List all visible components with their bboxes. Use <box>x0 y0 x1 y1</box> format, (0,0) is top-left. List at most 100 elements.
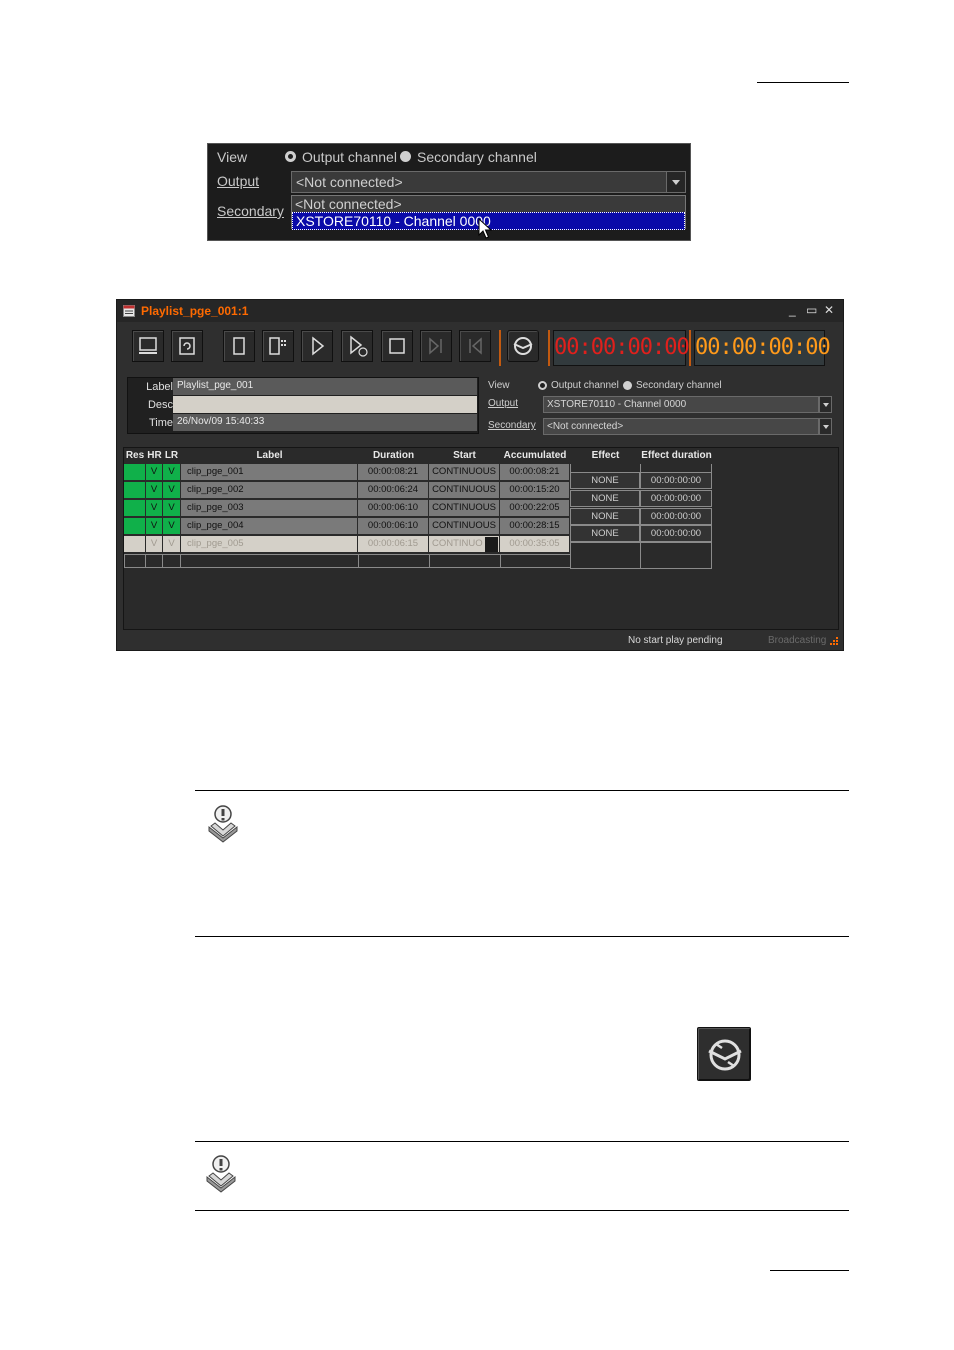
playlist-window: Playlist_pge_001:1 _ ▭ ✕ 00:00:00:00 00:… <box>116 299 844 651</box>
effect-duration-cell[interactable]: 00:00:00:00 <box>640 525 712 542</box>
res-cell <box>124 536 146 553</box>
effect-duration-cell[interactable]: 00:00:00:00 <box>640 490 712 507</box>
col-header-label[interactable]: Label <box>181 450 358 461</box>
empty-cell <box>180 554 359 568</box>
col-header-res[interactable]: Res <box>124 450 146 461</box>
output-channel-radio[interactable] <box>538 381 547 390</box>
mouse-cursor-icon <box>478 218 492 239</box>
stop-icon <box>389 338 405 354</box>
toolbar-separator <box>689 330 691 366</box>
chevron-down-icon[interactable] <box>819 418 832 435</box>
note-icon <box>208 805 238 843</box>
status-bar: No start play pending Broadcasting <box>117 631 843 650</box>
accumulated-cell: 00:00:22:05 <box>500 500 570 517</box>
stop-button[interactable] <box>381 330 413 362</box>
secondary-select[interactable]: <Not connected> <box>543 418 819 435</box>
option-not-connected[interactable]: <Not connected> <box>292 196 685 212</box>
col-header-effect[interactable]: Effect <box>570 450 641 461</box>
title-bar: Playlist_pge_001:1 _ ▭ ✕ <box>117 300 843 322</box>
effect-duration-cell-empty <box>640 542 712 569</box>
empty-cell <box>429 554 501 568</box>
play-button[interactable] <box>301 330 333 362</box>
refresh-button[interactable] <box>171 330 203 362</box>
label-field-label: Label <box>146 381 173 393</box>
play-at-time-button[interactable] <box>341 330 373 362</box>
next-button[interactable] <box>420 330 452 362</box>
col-header-duration[interactable]: Duration <box>358 450 429 461</box>
lr-cell: V <box>163 536 181 553</box>
start-cell: CONTINUOUS <box>429 518 500 535</box>
secondary-channel-radio[interactable] <box>623 381 632 390</box>
effect-duration-cell[interactable]: 00:00:00:00 <box>640 472 712 489</box>
monitor-button[interactable] <box>132 330 164 362</box>
col-header-accumulated[interactable]: Accumulated <box>500 450 570 461</box>
duration-cell: 00:00:06:10 <box>358 518 429 535</box>
note-rule-bottom-1 <box>195 936 849 937</box>
skip-previous-icon <box>469 337 482 355</box>
secondary-channel-radio-label: Secondary channel <box>636 380 722 391</box>
resize-grip-icon[interactable] <box>829 636 839 646</box>
header-rule <box>757 82 849 83</box>
chevron-down-icon[interactable] <box>819 396 832 413</box>
effect-duration-cell[interactable]: 00:00:00:00 <box>640 508 712 525</box>
empty-cell <box>500 554 571 568</box>
start-dropdown-button[interactable] <box>485 537 498 552</box>
hr-cell: V <box>146 500 163 517</box>
clip-list-button[interactable] <box>262 330 294 362</box>
res-cell <box>124 482 146 499</box>
secondary-channel-radio[interactable] <box>400 151 411 162</box>
previous-button[interactable] <box>459 330 491 362</box>
output-channel-radio[interactable] <box>285 151 296 162</box>
effect-cell[interactable]: NONE <box>570 508 640 525</box>
sync-icon <box>513 337 533 355</box>
chevron-down-icon[interactable] <box>666 172 685 192</box>
res-cell <box>124 500 146 517</box>
play-clock-icon <box>350 335 368 357</box>
label-field[interactable]: Playlist_pge_001 <box>173 378 477 395</box>
accumulated-cell: 00:00:35:05 <box>500 536 570 553</box>
start-cell: CONTINUOUS <box>429 464 500 481</box>
lr-cell: V <box>163 464 181 481</box>
desc-field[interactable] <box>173 396 477 413</box>
page-icon <box>233 337 245 355</box>
start-cell: CONTINUOUS <box>429 500 500 517</box>
output-label: Output <box>488 398 519 409</box>
col-header-hr[interactable]: HR <box>146 450 163 461</box>
channel-dropdown-screenshot: View Output channel Secondary channel Ou… <box>207 143 691 241</box>
note-rule-bottom-2 <box>195 1210 849 1211</box>
toolbar-separator <box>548 330 550 366</box>
hr-cell: V <box>146 518 163 535</box>
window-title: Playlist_pge_001:1 <box>141 304 249 318</box>
col-header-lr[interactable]: LR <box>163 450 180 461</box>
lr-cell: V <box>163 500 181 517</box>
note-icon <box>206 1155 236 1193</box>
col-header-effect-duration[interactable]: Effect duration <box>641 450 712 461</box>
col-header-start[interactable]: Start <box>429 450 500 461</box>
output-select[interactable]: XSTORE70110 - Channel 0000 <box>543 396 819 413</box>
desc-field-label: Desc <box>147 399 173 411</box>
start-cell: CONTINUOUS <box>429 482 500 499</box>
sync-icon <box>708 1039 742 1071</box>
effect-cell[interactable]: NONE <box>570 472 640 489</box>
empty-cell <box>145 554 163 568</box>
maximize-icon[interactable]: ▭ <box>806 303 817 317</box>
toolbar-separator <box>499 330 501 366</box>
output-select[interactable]: <Not connected> <box>291 171 686 193</box>
time-field-label: Time <box>148 417 173 429</box>
sync-button[interactable] <box>507 330 539 362</box>
page-button[interactable] <box>223 330 255 362</box>
empty-cell <box>162 554 181 568</box>
lr-cell: V <box>163 482 181 499</box>
close-icon[interactable]: ✕ <box>824 303 834 317</box>
secondary-label: Secondary <box>488 420 536 431</box>
effect-cell[interactable]: NONE <box>570 490 640 507</box>
hr-cell: V <box>146 536 163 553</box>
hr-cell: V <box>146 464 163 481</box>
note-rule-top-2 <box>195 1141 849 1142</box>
label-cell: clip_pge_001 <box>181 464 358 481</box>
broadcasting-text: Broadcasting <box>768 635 827 646</box>
minimize-icon[interactable]: _ <box>789 303 796 317</box>
label-cell: clip_pge_002 <box>181 482 358 499</box>
effect-cell[interactable]: NONE <box>570 525 640 542</box>
hr-cell: V <box>146 482 163 499</box>
